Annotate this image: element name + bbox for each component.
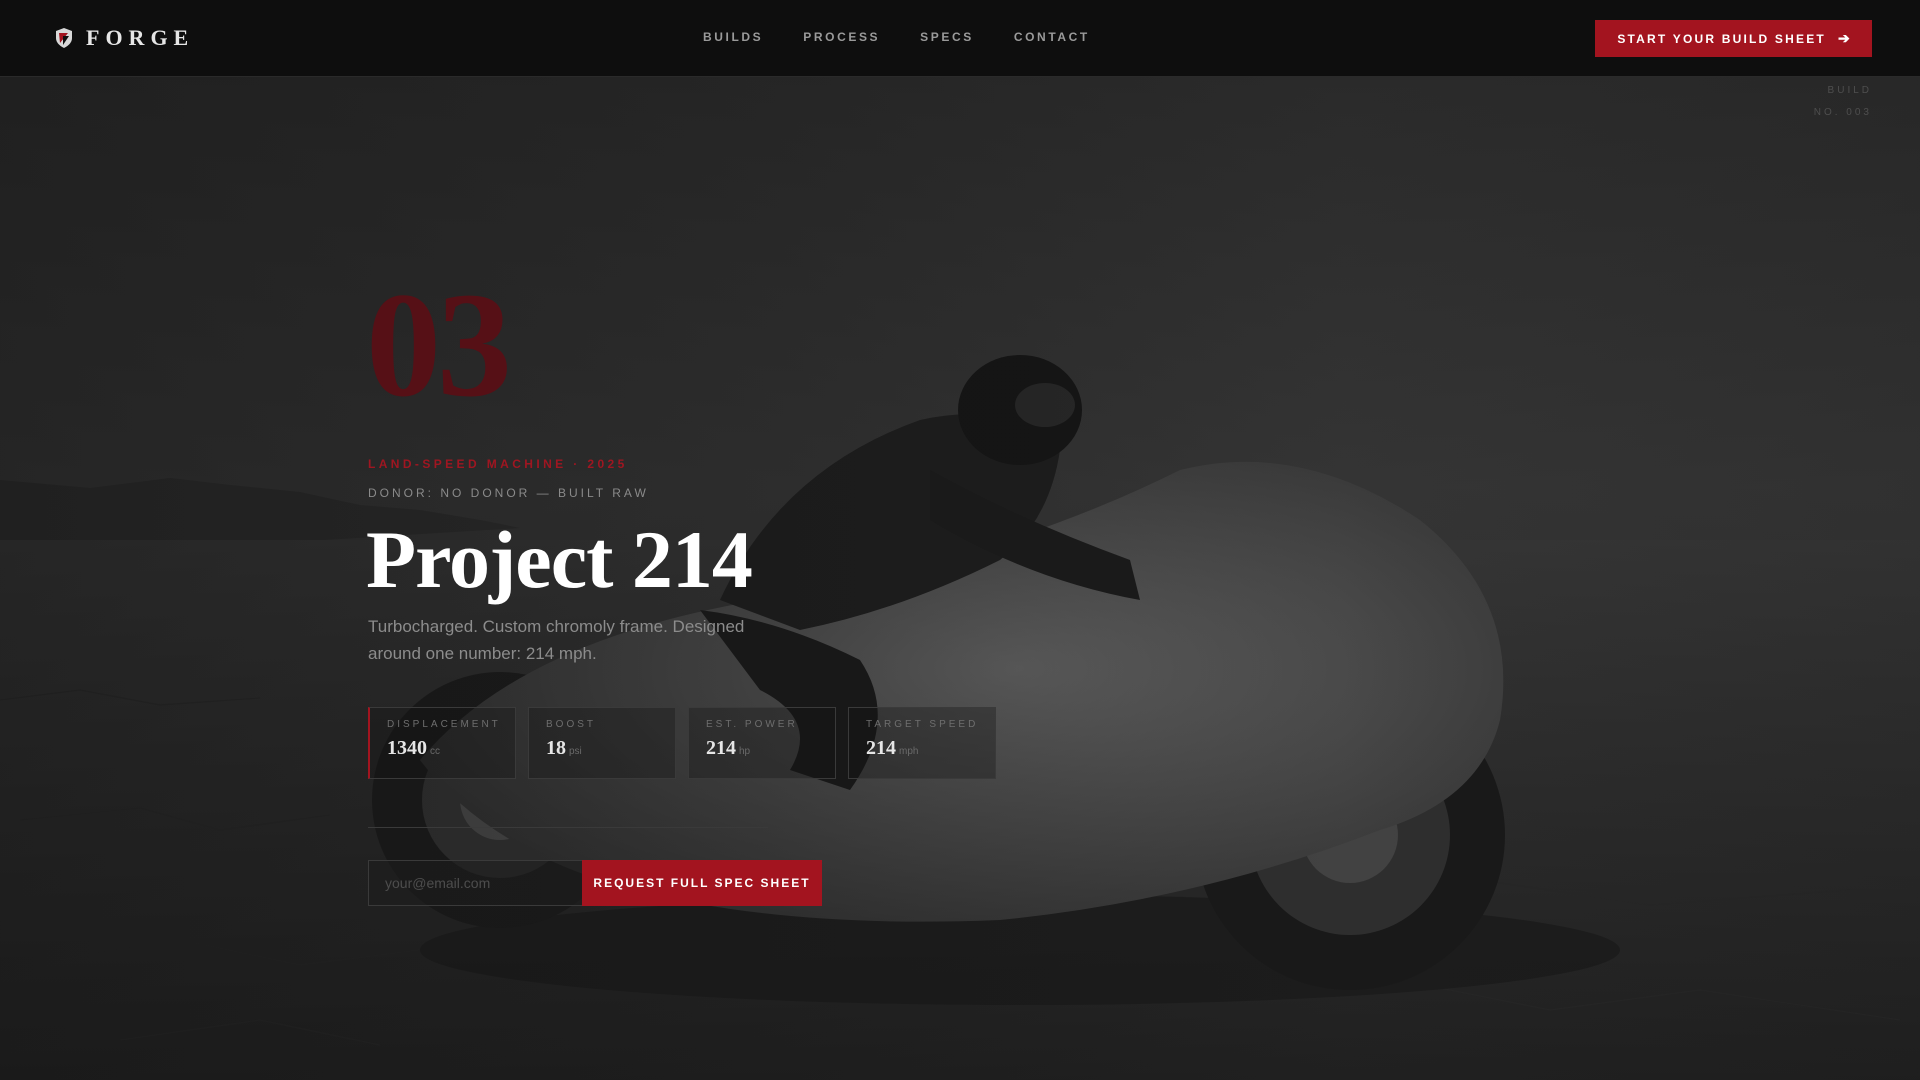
build-tag-number: NO. 003 xyxy=(1813,107,1872,118)
stat-unit: mph xyxy=(899,746,919,757)
start-build-sheet-button[interactable]: START YOUR BUILD SHEET ➔ xyxy=(1595,20,1872,57)
top-navigation-bar: FORGE BUILDS PROCESS SPECS CONTACT START… xyxy=(0,0,1920,77)
nav-item-contact[interactable]: CONTACT xyxy=(1014,30,1090,44)
stat-unit: cc xyxy=(430,746,440,757)
arrow-right-icon: ➔ xyxy=(1837,30,1850,46)
stat-value: 18 xyxy=(546,737,566,759)
build-index-number: 03 xyxy=(366,262,512,428)
hero-kicker: LAND-SPEED MACHINE · 2025 xyxy=(368,457,628,471)
page-title: Project 214 xyxy=(366,514,753,605)
page: FORGE BUILDS PROCESS SPECS CONTACT START… xyxy=(0,0,1920,1080)
stat-value: 214 xyxy=(706,737,736,759)
request-spec-sheet-button[interactable]: REQUEST FULL SPEC SHEET xyxy=(582,860,822,906)
stat-card-displacement: DISPLACEMENT 1340 cc xyxy=(368,707,516,779)
stat-label: DISPLACEMENT xyxy=(387,719,501,730)
stat-label: TARGET SPEED xyxy=(866,719,979,730)
stat-unit: psi xyxy=(569,746,582,757)
stat-value: 1340 xyxy=(387,737,427,759)
hero-overlay xyxy=(0,0,1920,1080)
stat-value: 214 xyxy=(866,737,896,759)
email-field[interactable] xyxy=(368,860,582,906)
stat-label: BOOST xyxy=(546,719,597,730)
stat-card-est-power: EST. POWER 214 hp xyxy=(688,707,836,779)
nav-item-specs[interactable]: SPECS xyxy=(920,30,974,44)
spec-stats: DISPLACEMENT 1340 cc BOOST 18 psi EST. POW… xyxy=(368,707,1008,779)
stat-unit: hp xyxy=(739,746,751,757)
donor-line: DONOR: NO DONOR — BUILT RAW xyxy=(368,486,649,500)
stat-label: EST. POWER xyxy=(706,719,798,730)
stat-card-boost: BOOST 18 psi xyxy=(528,707,676,779)
build-number-tag: BUILD NO. 003 xyxy=(1752,80,1872,124)
hero-description: Turbocharged. Custom chromoly frame. Des… xyxy=(368,617,745,663)
main-nav: BUILDS PROCESS SPECS CONTACT xyxy=(703,30,1130,44)
brand-logo[interactable]: FORGE xyxy=(54,24,194,52)
section-divider xyxy=(368,827,768,828)
brand-name: FORGE xyxy=(86,25,195,50)
nav-item-builds[interactable]: BUILDS xyxy=(703,30,763,44)
stat-card-target-speed: TARGET SPEED 214 mph xyxy=(848,707,996,779)
nav-item-process[interactable]: PROCESS xyxy=(803,30,880,44)
build-tag-label: BUILD xyxy=(1827,85,1872,96)
shield-stripes-icon xyxy=(56,28,72,48)
start-build-sheet-label: START YOUR BUILD SHEET xyxy=(1617,31,1826,46)
